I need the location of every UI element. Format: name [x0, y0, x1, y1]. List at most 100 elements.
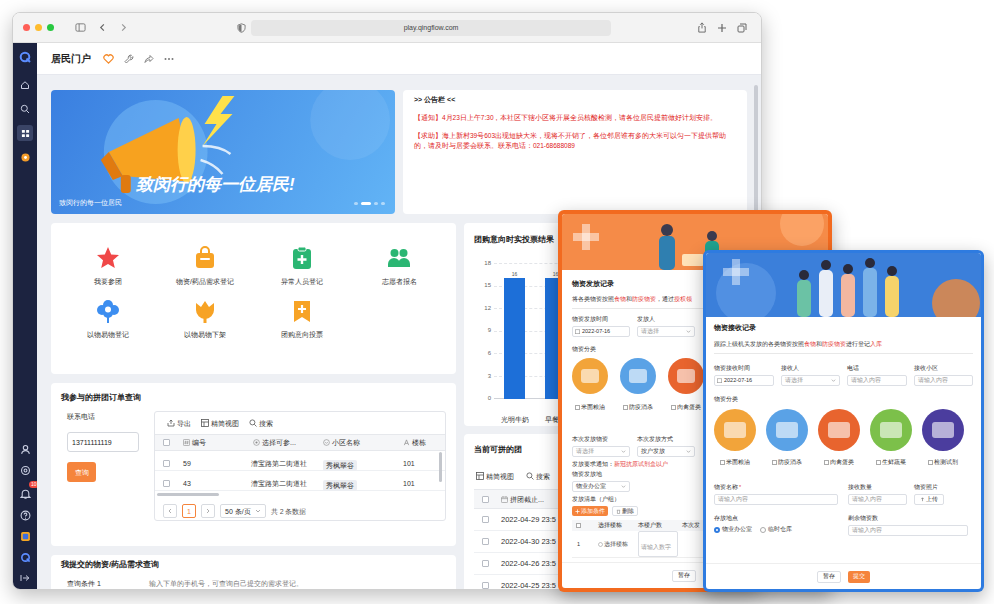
select-input[interactable]: 请选择 [572, 446, 630, 457]
heart-icon[interactable] [103, 54, 114, 64]
category-checkbox[interactable] [928, 460, 933, 465]
category-image[interactable] [714, 409, 756, 451]
settings-icon[interactable] [20, 465, 31, 476]
text-input[interactable]: 请输入内容 [848, 494, 907, 505]
shortcut-item[interactable]: 我要参团 [59, 245, 156, 286]
category-checkbox[interactable] [623, 405, 628, 410]
save-draft-button[interactable]: 暂存 [672, 570, 696, 582]
close-button[interactable] [23, 24, 30, 31]
table-row[interactable]: 43 漕宝路第二街道社 秀枫翠谷 101 [155, 471, 445, 491]
date-input[interactable]: 2022-07-16 [572, 326, 630, 337]
column-header[interactable]: 编号 [192, 438, 206, 447]
bell-icon[interactable] [20, 488, 31, 499]
category-image[interactable] [668, 358, 704, 394]
shortcut-item[interactable]: 团购意向投票 [254, 298, 351, 339]
category-image[interactable] [766, 409, 808, 451]
row-checkbox[interactable] [482, 516, 489, 523]
carousel-dot[interactable] [374, 202, 378, 205]
category-checkbox[interactable] [824, 460, 829, 465]
more-icon[interactable] [164, 57, 174, 61]
address-bar[interactable]: play.qingflow.com [251, 20, 611, 36]
radio-button[interactable] [714, 527, 720, 533]
qingflow-mark-icon[interactable] [20, 552, 31, 563]
nav-app-center[interactable] [17, 149, 33, 165]
category-image[interactable] [922, 409, 964, 451]
share-icon[interactable] [697, 22, 707, 33]
category-checkbox[interactable] [671, 405, 676, 410]
sidebar-toggle-icon[interactable] [75, 22, 86, 33]
back-icon[interactable] [98, 23, 107, 32]
category-image[interactable] [818, 409, 860, 451]
zoom-button[interactable] [47, 24, 54, 31]
input-placeholder[interactable]: 请输入数字 [641, 544, 671, 550]
row-checkbox[interactable] [482, 560, 489, 567]
add-condition-button[interactable]: 添加条件 [572, 506, 608, 516]
wrench-icon[interactable] [124, 54, 134, 64]
share-icon[interactable] [144, 54, 154, 64]
carousel-dot[interactable] [354, 202, 358, 205]
radio-button[interactable] [760, 527, 766, 533]
submit-button[interactable]: 提交 [848, 571, 870, 583]
tabs-icon[interactable] [737, 23, 747, 33]
nav-apps[interactable] [17, 125, 33, 141]
workspace-icon[interactable] [20, 531, 31, 542]
shield-icon[interactable] [237, 23, 246, 33]
query-button[interactable]: 查询 [67, 462, 96, 482]
upload-button[interactable]: 上传 [914, 494, 944, 505]
shortcut-item[interactable]: 异常人员登记 [254, 245, 351, 286]
delete-button[interactable]: 删除 [612, 506, 638, 516]
text-input[interactable]: 请输入内容 [914, 375, 974, 386]
save-draft-button[interactable]: 暂存 [817, 571, 841, 583]
shortcut-item[interactable]: 物资/药品需求登记 [156, 245, 253, 286]
column-header[interactable]: 选择可参... [262, 438, 296, 447]
page-size-select[interactable]: 50 条/页 [220, 504, 266, 518]
horizontal-scrollbar[interactable] [157, 493, 219, 496]
compact-view-button[interactable]: 精简视图 [201, 419, 239, 428]
radio-option[interactable]: 临时仓库 [760, 526, 792, 533]
page-button[interactable]: 1 [182, 504, 196, 518]
select-all-checkbox[interactable] [576, 523, 581, 528]
select-input[interactable]: 请选择 [781, 375, 841, 386]
qingflow-logo-icon[interactable] [19, 51, 31, 63]
banner[interactable]: 致闵行的每一位居民! 致闵行的每一位居民 [51, 90, 395, 214]
column-header[interactable]: 拼团截止... [510, 495, 544, 504]
minimize-button[interactable] [35, 24, 42, 31]
select-all-checkbox[interactable] [163, 439, 170, 446]
carousel-dot[interactable] [381, 202, 385, 205]
row-checkbox[interactable] [163, 460, 170, 467]
select-all-checkbox[interactable] [482, 496, 489, 503]
column-header[interactable]: 小区名称 [332, 438, 360, 447]
select-input[interactable]: 按户发放 [637, 446, 695, 457]
forward-icon[interactable] [119, 23, 128, 32]
text-input[interactable]: 请输入内容 [714, 494, 838, 505]
table-row[interactable]: 59 漕宝路第二街道社 秀枫翠谷 101 [155, 451, 445, 471]
vertical-scrollbar[interactable] [439, 452, 442, 482]
category-image[interactable] [620, 358, 656, 394]
date-input[interactable]: 2022-07-16 [714, 375, 774, 386]
nav-home[interactable] [17, 77, 33, 93]
prev-page-button[interactable] [163, 504, 177, 518]
export-button[interactable]: 导出 [167, 419, 191, 428]
search-button[interactable]: 搜索 [526, 472, 550, 481]
compact-view-button[interactable]: 精简视图 [476, 472, 514, 481]
carousel-dot[interactable] [361, 202, 371, 205]
search-button[interactable]: 搜索 [249, 419, 273, 428]
category-image[interactable] [572, 358, 608, 394]
category-checkbox[interactable] [876, 460, 881, 465]
select-input[interactable]: 请选择 [637, 326, 695, 337]
radio-option[interactable]: 物业办公室 [714, 526, 752, 533]
table-cell[interactable]: 选择楼栋 [604, 541, 628, 548]
row-checkbox[interactable] [163, 480, 170, 487]
category-image[interactable] [870, 409, 912, 451]
column-header[interactable]: 楼栋 [412, 438, 426, 447]
row-checkbox[interactable] [482, 538, 489, 545]
row-checkbox[interactable] [482, 582, 489, 589]
shortcut-item[interactable]: 以物易物下架 [156, 298, 253, 339]
contacts-icon[interactable] [20, 444, 31, 455]
phone-input[interactable]: 13711111119 [67, 432, 139, 452]
shortcut-item[interactable]: 以物易物登记 [59, 298, 156, 339]
category-checkbox[interactable] [720, 460, 725, 465]
chart-bar[interactable] [504, 278, 525, 399]
collapse-icon[interactable] [20, 573, 30, 583]
text-input[interactable]: 请输入内容 [848, 525, 968, 536]
